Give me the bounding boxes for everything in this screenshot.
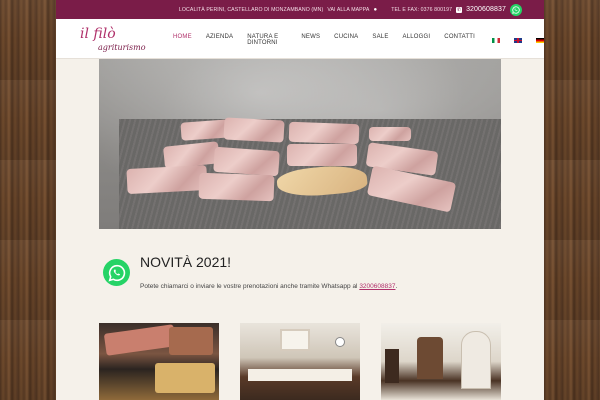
address-text: LOCALITÀ PERINI, CASTELLARO DI MONZAMBAN… <box>178 6 324 13</box>
whatsapp-icon[interactable] <box>510 3 522 16</box>
doorway <box>385 349 399 383</box>
fireplace <box>280 329 310 351</box>
grilled-meat <box>103 324 177 356</box>
english-flag-icon[interactable] <box>514 37 522 43</box>
wood-background-left <box>0 0 56 400</box>
thumbnail-hall[interactable] <box>381 323 501 400</box>
mobile-number[interactable]: 3200608837 <box>466 6 506 13</box>
tel-fax-text: TEL E FAX: 0376 800197 <box>391 6 453 13</box>
news-section: NOVITÀ 2021! Potete chiamarci o inviare … <box>99 253 501 313</box>
dining-tables <box>248 369 352 381</box>
thumbnail-grill-food[interactable] <box>99 323 219 400</box>
nav-item-natura[interactable]: NATURA E DINTORNI <box>240 34 294 46</box>
image-overlay <box>99 59 501 229</box>
wood-background-right <box>544 0 600 400</box>
logo[interactable]: il filò agriturismo <box>80 27 146 55</box>
news-title: NOVITÀ 2021! <box>140 254 232 270</box>
italian-flag-icon[interactable] <box>492 37 500 43</box>
potatoes-tray <box>155 363 215 393</box>
map-link[interactable]: VAI ALLA MAPPA <box>327 7 369 13</box>
thumbnail-dining-room[interactable] <box>240 323 360 400</box>
whatsapp-phone-link[interactable]: 3200608837 <box>359 283 395 290</box>
nav-item-azienda[interactable]: AZIENDA <box>199 34 240 46</box>
nav-item-sale[interactable]: SALE <box>365 34 395 46</box>
news-end: . <box>395 283 398 290</box>
page-container: LOCALITÀ PERINI, CASTELLARO DI MONZAMBAN… <box>56 0 544 400</box>
map-pin-icon[interactable]: ● <box>373 7 377 13</box>
news-text: Potete chiamarci o inviare le vostre pre… <box>140 283 397 290</box>
cabinet <box>417 337 443 379</box>
language-switcher <box>492 34 544 46</box>
nav-item-cucina[interactable]: CUCINA <box>327 34 365 46</box>
logo-tagline: agriturismo <box>98 43 146 52</box>
hero-image-grill <box>99 59 501 229</box>
nav-item-news[interactable]: NEWS <box>294 34 327 46</box>
header: il filò agriturismo HOME AZIENDA NATURA … <box>56 19 544 59</box>
nav-item-alloggi[interactable]: ALLOGGI <box>396 34 438 46</box>
gallery-thumbnails <box>99 323 501 400</box>
top-bar: LOCALITÀ PERINI, CASTELLARO DI MONZAMBAN… <box>56 0 544 19</box>
sausages <box>169 327 213 355</box>
wall-clock <box>335 337 345 347</box>
phone-icon: ✆ <box>456 6 463 13</box>
news-body: Potete chiamarci o inviare le vostre pre… <box>140 283 358 290</box>
german-flag-icon[interactable] <box>536 37 544 43</box>
whatsapp-icon[interactable] <box>103 259 130 286</box>
nav-item-home[interactable]: HOME <box>166 34 199 46</box>
logo-name: il filò <box>80 26 116 42</box>
arch-niche <box>461 331 491 389</box>
nav-item-contatti[interactable]: CONTATTI <box>437 34 482 46</box>
main-nav: HOME AZIENDA NATURA E DINTORNI NEWS CUCI… <box>166 34 544 46</box>
